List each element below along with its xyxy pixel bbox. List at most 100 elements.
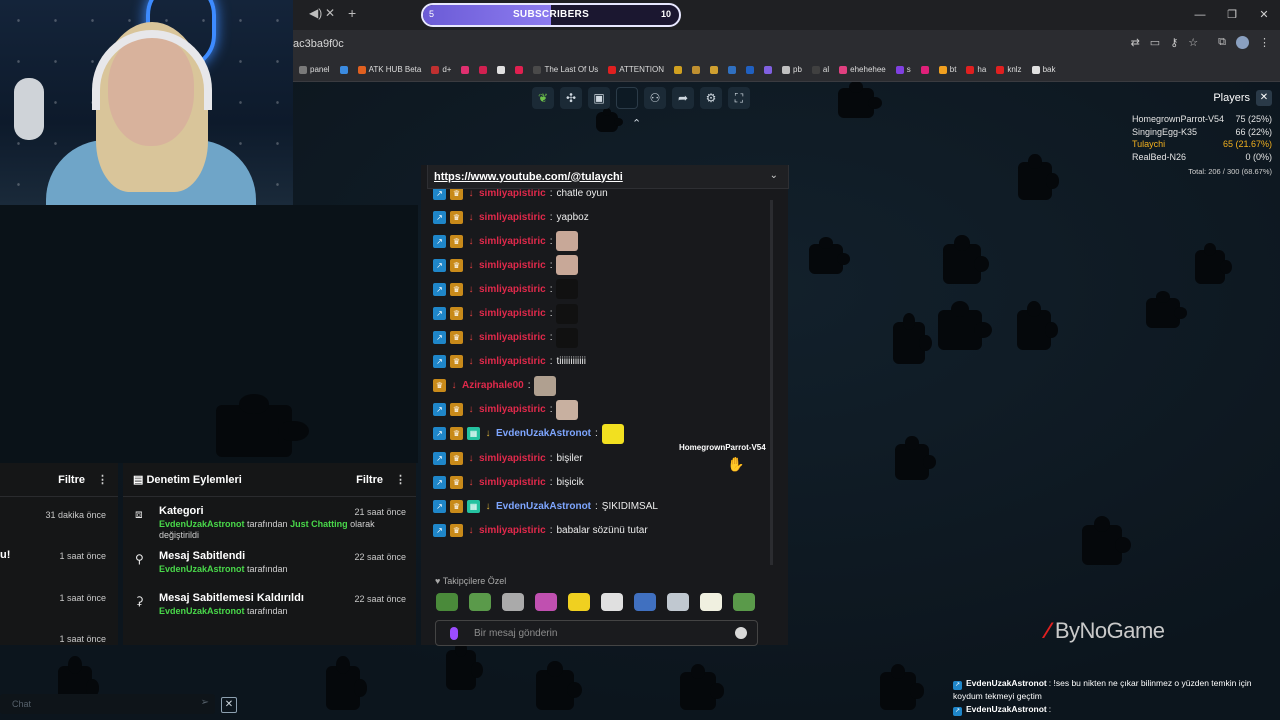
crown-badge-icon[interactable]: ♛ xyxy=(450,475,463,489)
chat-message[interactable]: ↗ ♛ ↓ simliyapistiric: xyxy=(433,301,778,325)
emote-icon[interactable] xyxy=(733,593,755,611)
badge-icon[interactable]: ↗ xyxy=(433,210,446,224)
emote-icon[interactable] xyxy=(502,593,524,611)
badge-icon[interactable]: ↗ xyxy=(433,282,446,296)
puzzle-piece[interactable] xyxy=(1146,291,1188,328)
badge-icon[interactable]: ▦ xyxy=(467,427,480,441)
chat-message[interactable]: ↗ ♛ ↓ simliyapistiric: tiiiiiiiiiiii xyxy=(433,350,778,374)
mute-icon[interactable]: ◀) xyxy=(309,6,322,20)
bookmark-item[interactable]: bt xyxy=(938,65,956,74)
more-icon[interactable]: ⋮ xyxy=(97,473,108,486)
crown-badge-icon[interactable]: ♛ xyxy=(450,307,463,321)
puzzle-piece[interactable] xyxy=(1082,516,1131,565)
settings-icon[interactable]: ⚙ xyxy=(700,87,722,109)
chat-username[interactable]: Aziraphale00 xyxy=(462,380,524,391)
logo-icon[interactable]: ❦ xyxy=(532,87,554,109)
chat-message[interactable]: ↗ ♛ ↓ simliyapistiric: xyxy=(433,277,778,301)
puzzle-icon[interactable]: ✣ xyxy=(560,87,582,109)
chat-message[interactable]: ↗ ♛ ↓ simliyapistiric: xyxy=(433,253,778,277)
translate-icon[interactable]: ⇄ xyxy=(1131,36,1140,49)
mic-icon[interactable] xyxy=(450,627,458,640)
restore-icon[interactable]: ❐ xyxy=(1216,0,1248,30)
chat-username[interactable]: simliyapistiric xyxy=(479,525,546,536)
profile-icon[interactable] xyxy=(1236,36,1249,49)
bookmark-item[interactable] xyxy=(764,65,773,74)
crown-badge-icon[interactable]: ♛ xyxy=(450,403,463,417)
send-icon[interactable]: ➢ xyxy=(201,697,209,708)
pinned-message[interactable]: https://www.youtube.com/@tulaychi ⌄ xyxy=(427,165,789,189)
bookmark-item[interactable]: pb xyxy=(782,65,802,74)
puzzle-piece[interactable] xyxy=(596,107,623,132)
chat-username[interactable]: simliyapistiric xyxy=(479,260,546,271)
mod-action-item[interactable]: ⚲ Mesaj Sabitlendi EvdenUzakAstronot tar… xyxy=(123,542,416,584)
crown-badge-icon[interactable]: ♛ xyxy=(450,451,463,465)
crown-badge-icon[interactable]: ♛ xyxy=(450,355,463,369)
bookmark-item[interactable] xyxy=(728,65,737,74)
emoji-icon[interactable] xyxy=(735,627,747,639)
cast-icon[interactable]: ▭ xyxy=(1150,36,1160,49)
collapse-toolbar-icon[interactable]: ⌃ xyxy=(632,117,641,130)
puzzle-piece[interactable] xyxy=(216,393,309,457)
badge-icon[interactable]: ↗ xyxy=(433,427,446,441)
new-tab-icon[interactable]: + xyxy=(348,5,356,21)
star-icon[interactable]: ☆ xyxy=(1188,36,1198,49)
puzzle-piece[interactable] xyxy=(326,656,368,710)
bookmark-item[interactable]: ATTENTION xyxy=(608,65,664,74)
chat-message[interactable]: ↗ ♛ ↓ simliyapistiric: xyxy=(433,229,778,253)
bookmark-item[interactable] xyxy=(497,65,506,74)
chat-username[interactable]: simliyapistiric xyxy=(479,477,546,488)
bookmark-item[interactable] xyxy=(515,65,524,74)
emote-icon[interactable] xyxy=(667,593,689,611)
badge-icon[interactable]: ↗ xyxy=(433,403,446,417)
menu-icon[interactable]: ⋮ xyxy=(1259,36,1270,49)
chat-username[interactable]: EvdenUzakAstronot xyxy=(496,428,591,439)
share-icon[interactable]: ➦ xyxy=(672,87,694,109)
game-chat-input[interactable]: Chat ➢ xyxy=(0,694,215,714)
emote-icon[interactable] xyxy=(700,593,722,611)
badge-icon[interactable]: ↗ xyxy=(433,307,446,321)
chat-message[interactable]: ↗ ♛ ↓ simliyapistiric: yapboz xyxy=(433,205,778,229)
chat-username[interactable]: simliyapistiric xyxy=(479,188,546,199)
crown-badge-icon[interactable]: ♛ xyxy=(450,331,463,345)
chat-username[interactable]: simliyapistiric xyxy=(479,404,546,415)
close-tab-icon[interactable]: ✕ xyxy=(325,6,335,20)
badge-icon[interactable]: ↗ xyxy=(433,451,446,465)
minimize-icon[interactable]: — xyxy=(1184,0,1216,30)
chat-username[interactable]: simliyapistiric xyxy=(479,332,546,343)
badge-icon[interactable]: ↗ xyxy=(433,258,446,272)
bookmark-item[interactable] xyxy=(692,65,701,74)
key-icon[interactable]: ⚷ xyxy=(1170,36,1178,49)
chat-message[interactable]: ↗ ♛ ↓ simliyapistiric: bişicik xyxy=(433,470,778,494)
chat-username[interactable]: simliyapistiric xyxy=(479,453,546,464)
bookmark-item[interactable] xyxy=(479,65,488,74)
chat-username[interactable]: EvdenUzakAstronot xyxy=(496,501,591,512)
puzzle-piece[interactable] xyxy=(680,663,724,710)
crown-badge-icon[interactable]: ♛ xyxy=(450,210,463,224)
close-chat-icon[interactable]: ✕ xyxy=(221,697,237,713)
chat-message[interactable]: ↗ ♛ ↓ simliyapistiric: xyxy=(433,326,778,350)
badge-icon[interactable]: ↗ xyxy=(433,355,446,369)
puzzle-piece[interactable] xyxy=(943,235,990,284)
emote-icon[interactable] xyxy=(535,593,557,611)
emote-icon[interactable] xyxy=(634,593,656,611)
chat-message[interactable]: ↗ ♛ ↓ simliyapistiric: babalar sözünü tutar xyxy=(433,518,778,542)
chat-input[interactable]: Bir mesaj gönderin xyxy=(435,620,758,646)
bookmark-item[interactable]: s xyxy=(895,65,911,74)
more-icon[interactable]: ⋮ xyxy=(395,474,406,486)
chat-message[interactable]: ♛ ↓ Aziraphale00: xyxy=(433,374,778,398)
badge-icon[interactable]: ↗ xyxy=(433,234,446,248)
bookmark-item[interactable] xyxy=(710,65,719,74)
badge-icon[interactable]: ↗ xyxy=(433,499,446,513)
puzzle-piece[interactable] xyxy=(893,312,933,364)
badge-icon[interactable]: ↗ xyxy=(433,523,446,537)
bookmark-item[interactable]: panel xyxy=(299,65,330,74)
chat-username[interactable]: simliyapistiric xyxy=(479,284,546,295)
bookmark-item[interactable] xyxy=(674,65,683,74)
background-color-icon[interactable] xyxy=(616,87,638,109)
bookmark-item[interactable]: The Last Of Us xyxy=(533,65,598,74)
chevron-down-icon[interactable]: ⌄ xyxy=(770,170,778,181)
badge-icon[interactable]: ↗ xyxy=(433,475,446,489)
puzzle-piece[interactable] xyxy=(1195,242,1232,284)
mod-action-item[interactable]: ⧈ Kategori EvdenUzakAstronot tarafından … xyxy=(123,497,416,540)
extensions-icon[interactable]: ⧉ xyxy=(1218,36,1226,49)
